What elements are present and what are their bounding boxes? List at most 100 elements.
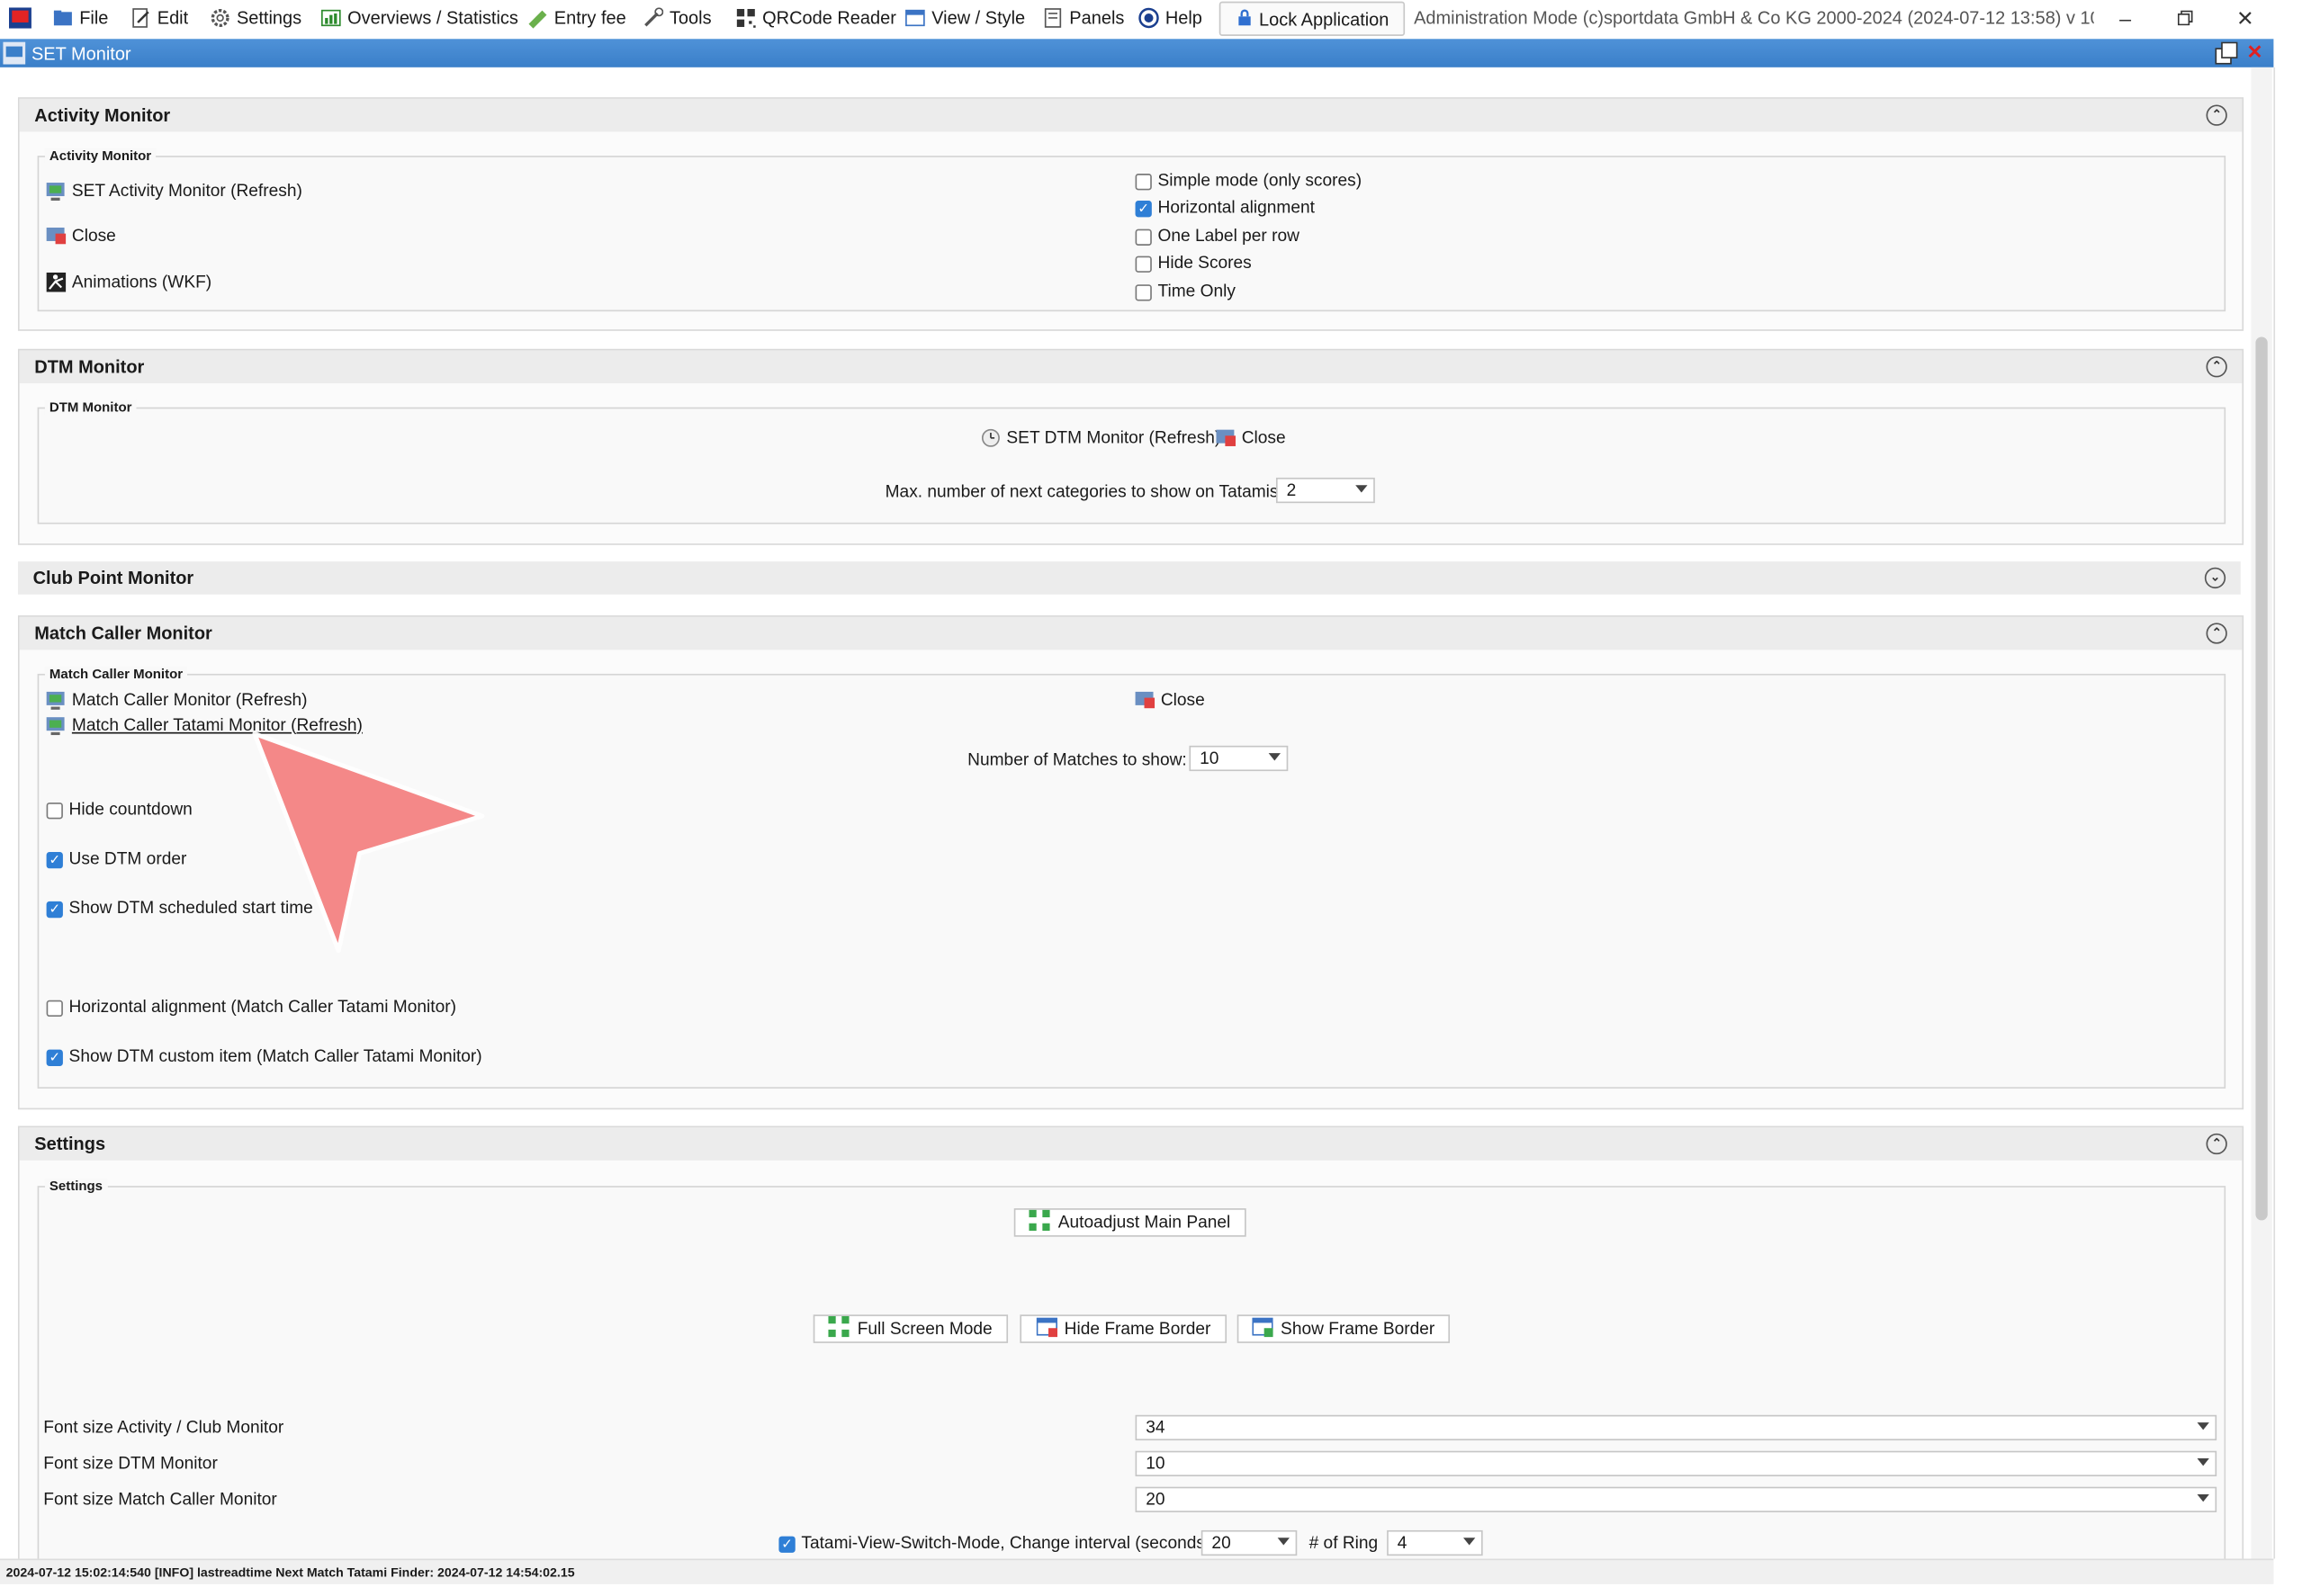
menu-settings[interactable]: Settings [210, 6, 301, 31]
menu-panels[interactable]: Panels [1042, 6, 1124, 31]
dtm-close-button[interactable]: Close [1216, 428, 1286, 448]
lock-icon [1235, 6, 1253, 31]
frame-border-icon [1252, 1316, 1273, 1341]
menu-file[interactable]: File [52, 6, 108, 31]
option-horizontal-alignment[interactable]: ✓ Horizontal alignment [1135, 199, 1315, 218]
detach-frame-icon[interactable] [2215, 41, 2238, 69]
collapse-icon[interactable]: ⌃ [2206, 1133, 2227, 1155]
fullscreen-icon [829, 1315, 850, 1341]
frame-border-icon [1036, 1316, 1057, 1341]
max-categories-select[interactable]: 2 [1275, 477, 1375, 504]
menu-entry-fee[interactable]: Entry fee [527, 6, 626, 31]
folder-icon [52, 7, 73, 28]
menu-edit[interactable]: Edit [130, 6, 188, 31]
option-simple-mode[interactable]: Simple mode (only scores) [1135, 172, 1362, 190]
dtm-monitor-header[interactable]: DTM Monitor ⌃ [19, 350, 2243, 384]
tatami-view-switch-option[interactable]: ✓ Tatami-View-Switch-Mode, Change interva… [778, 1535, 1210, 1553]
edit-icon [130, 7, 151, 28]
checkbox-checked[interactable]: ✓ [46, 901, 63, 918]
option-use-dtm-order[interactable]: ✓ Use DTM order [46, 850, 186, 868]
checkbox-checked[interactable]: ✓ [1135, 200, 1152, 217]
expand-icon[interactable]: ⌄ [2204, 567, 2226, 589]
option-label: Show DTM custom item (Match Caller Tatam… [68, 1048, 482, 1066]
close-frame-icon[interactable]: ✕ [2246, 40, 2262, 65]
option-label: Hide Scores [1157, 254, 1252, 273]
chevron-down-icon [2197, 1458, 2209, 1466]
restore-button[interactable] [2171, 4, 2200, 31]
minimize-button[interactable]: – [2110, 4, 2140, 31]
button-label: Close [1241, 428, 1286, 447]
option-show-dtm-start-time[interactable]: ✓ Show DTM scheduled start time [46, 900, 313, 918]
chevron-down-icon [1277, 1538, 1290, 1546]
menu-view-style[interactable]: View / Style [904, 6, 1025, 31]
option-tatami-horizontal-alignment[interactable]: Horizontal alignment (Match Caller Tatam… [46, 999, 456, 1017]
collapse-icon[interactable]: ⌃ [2206, 104, 2227, 126]
settings-header[interactable]: Settings ⌃ [19, 1127, 2243, 1161]
match-caller-monitor-header[interactable]: Match Caller Monitor ⌃ [19, 616, 2243, 650]
checkbox-checked[interactable]: ✓ [46, 1048, 63, 1066]
match-caller-tatami-monitor-link[interactable]: Match Caller Tatami Monitor (Refresh) [46, 716, 363, 736]
expand-arrows-icon [1030, 1209, 1051, 1235]
menu-label: Edit [157, 7, 189, 29]
collapse-icon[interactable]: ⌃ [2206, 356, 2227, 378]
show-frame-border-button[interactable]: Show Frame Border [1236, 1314, 1451, 1343]
close-window-button[interactable]: ✕ [2230, 4, 2260, 31]
menu-tools[interactable]: Tools [643, 6, 712, 31]
full-screen-mode-button[interactable]: Full Screen Mode [813, 1314, 1009, 1343]
checkbox[interactable] [1135, 255, 1152, 273]
option-one-label-per-row[interactable]: One Label per row [1135, 228, 1299, 246]
monitor-refresh-icon [46, 181, 67, 202]
window-title: Administration Mode (c)sportdata GmbH & … [1414, 7, 2094, 29]
select-value: 4 [1397, 1534, 1407, 1553]
match-caller-monitor-button[interactable]: Match Caller Monitor (Refresh) [46, 690, 308, 710]
font-size-dtm-select[interactable]: 10 [1135, 1450, 2217, 1476]
checkbox[interactable] [1135, 283, 1152, 300]
autoadjust-main-panel-button[interactable]: Autoadjust Main Panel [1013, 1208, 1246, 1237]
select-value: 34 [1146, 1418, 1165, 1437]
checkbox[interactable] [1135, 228, 1152, 246]
option-label: Horizontal alignment [1157, 199, 1315, 218]
hide-frame-border-button[interactable]: Hide Frame Border [1020, 1314, 1227, 1343]
set-activity-monitor-button[interactable]: SET Activity Monitor (Refresh) [46, 181, 302, 202]
checkbox-checked[interactable]: ✓ [778, 1535, 796, 1553]
internal-frame-titlebar[interactable]: SET Monitor ✕ [0, 39, 2274, 69]
match-caller-close-button[interactable]: Close [1135, 690, 1205, 710]
club-point-monitor-header[interactable]: Club Point Monitor ⌄ [17, 561, 2241, 595]
button-label: Autoadjust Main Panel [1057, 1213, 1231, 1232]
animations-wkf-button[interactable]: Animations (WKF) [46, 272, 211, 292]
activity-close-button[interactable]: Close [46, 226, 116, 246]
link-label[interactable]: Match Caller Tatami Monitor (Refresh) [72, 716, 363, 734]
font-size-dtm-label: Font size DTM Monitor [43, 1456, 218, 1474]
option-show-dtm-custom-item[interactable]: ✓ Show DTM custom item (Match Caller Tata… [46, 1048, 482, 1066]
checkbox[interactable] [46, 999, 63, 1017]
group-title: DTM Monitor [44, 399, 137, 416]
activity-monitor-header[interactable]: Activity Monitor ⌃ [19, 98, 2243, 132]
menu-label: QRCode Reader [762, 7, 896, 29]
option-time-only[interactable]: Time Only [1135, 283, 1236, 301]
set-dtm-monitor-button[interactable]: SET DTM Monitor (Refresh) [981, 428, 1220, 448]
karate-figure-icon [46, 272, 67, 292]
menu-label: Panels [1069, 7, 1125, 29]
vertical-scrollbar[interactable] [2251, 67, 2272, 1559]
help-icon [1138, 7, 1159, 29]
font-size-match-caller-select[interactable]: 20 [1135, 1486, 2217, 1512]
section-title: DTM Monitor [34, 356, 145, 378]
collapse-icon[interactable]: ⌃ [2206, 623, 2227, 644]
lock-application-button[interactable]: Lock Application [1218, 1, 1406, 36]
option-hide-scores[interactable]: Hide Scores [1135, 254, 1252, 273]
menu-qrcode[interactable]: QRCode Reader [735, 6, 896, 31]
chevron-down-icon [1463, 1538, 1476, 1546]
scrollbar-thumb[interactable] [2255, 336, 2268, 1221]
menu-help[interactable]: Help [1138, 6, 1202, 31]
checkbox-checked[interactable]: ✓ [46, 851, 63, 868]
option-hide-countdown[interactable]: Hide countdown [46, 801, 193, 819]
field-label: Max. number of next categories to show o… [885, 483, 1283, 502]
checkbox[interactable] [1135, 173, 1152, 190]
font-size-activity-select[interactable]: 34 [1135, 1414, 2217, 1441]
number-of-matches-select[interactable]: 10 [1189, 745, 1289, 772]
menu-label: File [79, 7, 109, 29]
menu-label: Tools [669, 7, 712, 29]
monitor-refresh-icon [46, 690, 67, 710]
menu-overviews[interactable]: Overviews / Statistics [320, 6, 518, 31]
checkbox[interactable] [46, 802, 63, 819]
